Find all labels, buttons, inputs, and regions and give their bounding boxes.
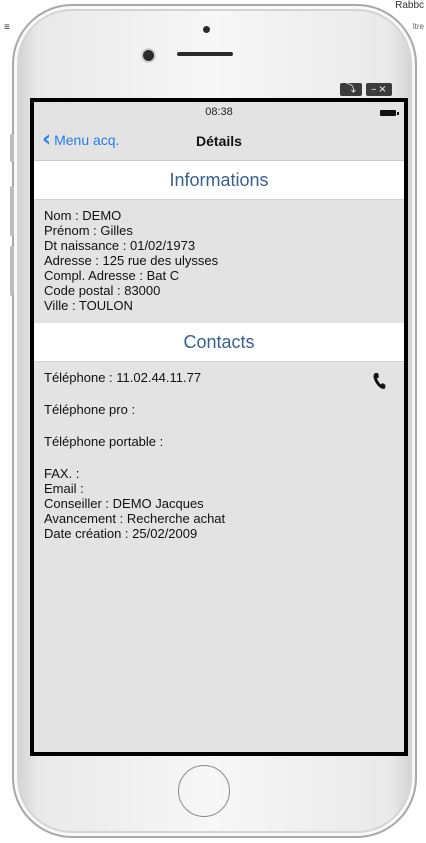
earpiece-speaker: [177, 52, 233, 56]
minimize-close-button[interactable]: – ×: [366, 83, 392, 96]
phone-screen: 08:38 ‹ Menu acq. Détails Informations N…: [30, 98, 408, 756]
background-menu-icon: ≡: [4, 22, 10, 33]
window-controls: ⤵ – ×: [340, 83, 392, 96]
volume-down-button: [10, 246, 14, 296]
close-icon[interactable]: ×: [378, 83, 386, 96]
contacts-section: Téléphone : 11.02.44.11.77 Téléphone pro…: [34, 362, 404, 541]
contact-conseiller: Conseiller : DEMO Jacques: [44, 496, 204, 511]
background-app-text: Rabbc: [395, 0, 424, 11]
contact-fax: FAX. :: [44, 466, 80, 481]
info-code-postal: Code postal : 83000: [44, 283, 161, 298]
contact-date-creation: Date création : 25/02/2009: [44, 526, 198, 541]
contacts-header: Contacts: [34, 323, 404, 362]
phone-icon[interactable]: [372, 372, 386, 390]
status-bar: 08:38: [34, 102, 404, 122]
navigation-bar: ‹ Menu acq. Détails: [34, 122, 404, 161]
contact-email: Email :: [44, 481, 84, 496]
mute-switch: [10, 134, 14, 162]
background-app-subtext: ltre: [412, 22, 424, 31]
informations-section: Nom : DEMO Prénom : Gilles Dt naissance …: [34, 200, 404, 323]
info-date-naissance: Dt naissance : 01/02/1973: [44, 238, 196, 253]
contact-telephone[interactable]: Téléphone : 11.02.44.11.77: [44, 370, 394, 386]
minimize-icon[interactable]: –: [371, 83, 376, 96]
info-complement-adresse: Compl. Adresse : Bat C: [44, 268, 180, 283]
informations-header: Informations: [34, 161, 404, 200]
contact-telephone-pro: Téléphone pro :: [44, 402, 136, 417]
page-title: Détails: [196, 133, 242, 149]
contact-telephone-portable: Téléphone portable :: [44, 434, 164, 449]
info-nom: Nom : DEMO: [44, 208, 122, 223]
battery-icon: [380, 110, 399, 116]
restore-window-button[interactable]: ⤵: [340, 83, 362, 96]
proximity-sensor: [203, 26, 210, 33]
front-camera: [143, 50, 154, 61]
app-view: 08:38 ‹ Menu acq. Détails Informations N…: [34, 102, 404, 752]
info-prenom: Prénom : Gilles: [44, 223, 133, 238]
info-adresse: Adresse : 125 rue des ulysses: [44, 253, 219, 268]
home-button[interactable]: [178, 765, 230, 817]
volume-up-button: [10, 186, 14, 236]
contact-avancement: Avancement : Recherche achat: [44, 511, 226, 526]
info-ville: Ville : TOULON: [44, 298, 133, 313]
status-time: 08:38: [205, 106, 233, 118]
